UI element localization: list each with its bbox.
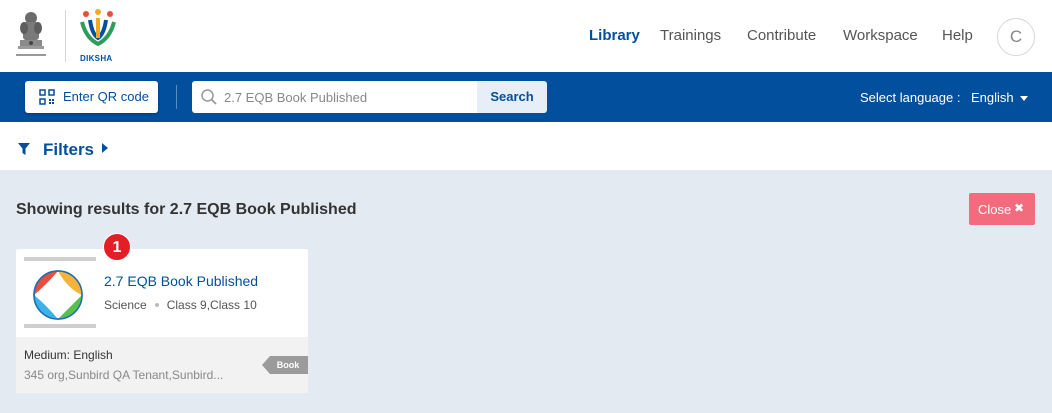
nav-library[interactable]: Library bbox=[589, 27, 640, 44]
filter-bar: Filters bbox=[0, 122, 1052, 170]
results-prefix: Showing results for bbox=[16, 201, 166, 218]
card-medium: Medium: English bbox=[24, 348, 113, 362]
card-org: 345 org,Sunbird QA Tenant,Sunbird... bbox=[24, 368, 224, 382]
logo-divider bbox=[65, 10, 66, 62]
result-number-badge: 1 bbox=[103, 233, 131, 261]
search-box bbox=[192, 81, 477, 113]
card-title[interactable]: 2.7 EQB Book Published bbox=[104, 273, 258, 289]
language-label: Select language : bbox=[860, 90, 961, 105]
thumbnail-border-top bbox=[24, 257, 96, 261]
results-heading: Showing results for 2.7 EQB Book Publish… bbox=[16, 201, 357, 219]
thumbnail-border-bottom bbox=[24, 324, 96, 328]
close-x-icon: ✖ bbox=[1014, 201, 1025, 215]
qr-button-label: Enter QR code bbox=[63, 89, 149, 104]
search-toolbar: Enter QR code Search Select language : E… bbox=[0, 72, 1052, 122]
emblem-icon bbox=[16, 12, 46, 56]
content-card[interactable]: 2.7 EQB Book Published Science Class 9,Cl… bbox=[16, 249, 308, 393]
toolbar-divider bbox=[176, 85, 177, 109]
beach-ball-thumbnail bbox=[33, 270, 83, 320]
language-select[interactable]: English bbox=[971, 90, 1014, 105]
nav-help[interactable]: Help bbox=[942, 27, 973, 44]
content-type-tag: Book bbox=[262, 356, 308, 374]
card-classes: Class 9,Class 10 bbox=[166, 298, 257, 312]
nav-workspace[interactable]: Workspace bbox=[843, 27, 918, 44]
close-button[interactable]: Close ✖ bbox=[969, 193, 1035, 225]
caret-down-icon[interactable] bbox=[1020, 96, 1028, 101]
avatar[interactable]: C bbox=[997, 18, 1035, 56]
card-subtitle: Science Class 9,Class 10 bbox=[104, 298, 257, 312]
close-label: Close bbox=[978, 202, 1012, 217]
nav-contribute[interactable]: Contribute bbox=[747, 27, 816, 44]
card-subject: Science bbox=[104, 298, 147, 312]
top-header: DIKSHA Library Trainings Contribute Work… bbox=[0, 0, 1052, 72]
filters-toggle[interactable]: Filters bbox=[43, 140, 94, 160]
search-button[interactable]: Search bbox=[477, 81, 547, 113]
separator-dot bbox=[154, 302, 159, 307]
brand-text: DIKSHA bbox=[80, 54, 113, 63]
qr-code-icon bbox=[39, 89, 55, 105]
card-footer: Medium: English 345 org,Sunbird QA Tenan… bbox=[16, 337, 308, 393]
nav-trainings[interactable]: Trainings bbox=[660, 27, 721, 44]
search-input[interactable] bbox=[224, 81, 469, 113]
caret-right-icon[interactable] bbox=[102, 143, 108, 153]
results-query: 2.7 EQB Book Published bbox=[169, 201, 357, 218]
filter-icon[interactable] bbox=[18, 143, 30, 155]
search-icon bbox=[201, 89, 217, 105]
enter-qr-code-button[interactable]: Enter QR code bbox=[25, 81, 158, 113]
